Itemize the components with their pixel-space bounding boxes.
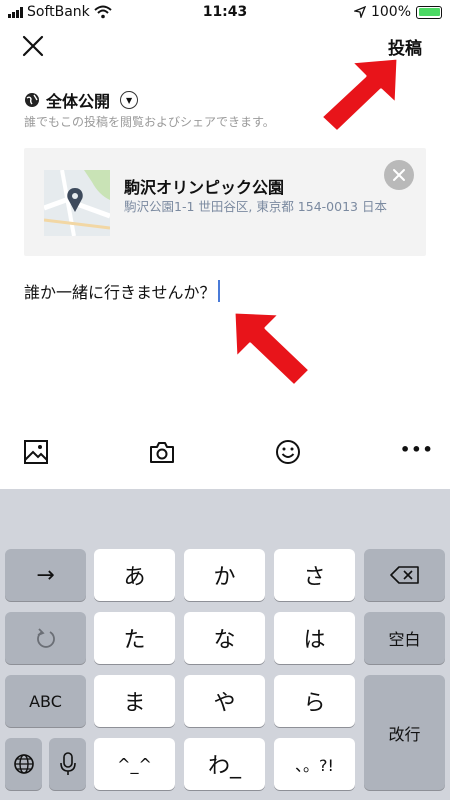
battery-percent: 100% — [370, 4, 411, 20]
close-icon[interactable] — [20, 33, 46, 59]
post-text-input[interactable]: 誰か一緒に行きませんか？ — [24, 279, 220, 303]
arrow-key[interactable]: → — [5, 549, 86, 601]
globe-key[interactable] — [5, 738, 42, 790]
post-text: 誰か一緒に行きませんか？ — [24, 283, 216, 302]
privacy-selector[interactable]: 全体公開 ▼ — [24, 88, 139, 112]
kana-key-ka[interactable]: か — [184, 549, 265, 601]
privacy-label: 全体公開 — [46, 92, 111, 111]
map-thumbnail — [44, 170, 110, 236]
kana-key-ya[interactable]: や — [184, 675, 265, 727]
kana-key-ha[interactable]: は — [274, 612, 355, 664]
globe-icon — [13, 754, 34, 774]
kana-key-ra[interactable]: ら — [274, 675, 355, 727]
kana-key-wa[interactable]: わ_ — [184, 738, 265, 790]
emoji-icon[interactable] — [274, 438, 302, 466]
kana-key-sa[interactable]: さ — [274, 549, 355, 601]
globe-icon — [25, 93, 39, 107]
privacy-note: 誰でもこの投稿を閲覧およびシェアできます。 — [24, 115, 275, 129]
close-icon — [393, 169, 405, 181]
backspace-icon — [389, 566, 419, 584]
text-caret — [217, 280, 220, 302]
kana-key-ta[interactable]: た — [94, 612, 175, 664]
camera-icon[interactable] — [148, 438, 176, 466]
more-button[interactable]: ••• — [400, 436, 433, 464]
abc-key[interactable]: ABC — [5, 675, 86, 727]
location-arrow-icon — [353, 6, 366, 18]
image-icon[interactable] — [22, 438, 50, 466]
annotation-arrow-icon — [319, 56, 400, 134]
emoticon-key[interactable]: ^_^ — [94, 738, 175, 790]
microphone-icon — [59, 752, 76, 775]
delete-key[interactable] — [364, 549, 445, 601]
location-name: 駒沢オリンピック公園 — [124, 178, 285, 197]
annotation-arrow-icon — [232, 310, 312, 388]
battery-icon — [416, 5, 442, 19]
return-key[interactable]: 改行 — [364, 675, 445, 790]
status-bar: SoftBank 11:43 100% — [0, 0, 450, 26]
location-address: 駒沢公園1-1 世田谷区, 東京都 154-0013 日本 — [124, 199, 387, 214]
location-card[interactable]: 駒沢オリンピック公園 駒沢公園1-1 世田谷区, 東京都 154-0013 日本 — [24, 148, 426, 256]
space-key[interactable]: 空白 — [364, 612, 445, 664]
undo-icon — [36, 628, 55, 648]
attachment-toolbar: ••• — [0, 430, 450, 474]
keyboard: → ABC あ か さ た な は ま や ら ^_^ わ_ 、。?! 空白 改… — [0, 489, 450, 800]
remove-location-button[interactable] — [384, 160, 414, 190]
microphone-key[interactable] — [49, 738, 86, 790]
kana-key-a[interactable]: あ — [94, 549, 175, 601]
undo-key[interactable] — [5, 612, 86, 664]
chevron-down-icon: ▼ — [120, 91, 139, 109]
kana-key-ma[interactable]: ま — [94, 675, 175, 727]
punctuation-key[interactable]: 、。?! — [274, 738, 355, 790]
kana-key-na[interactable]: な — [184, 612, 265, 664]
